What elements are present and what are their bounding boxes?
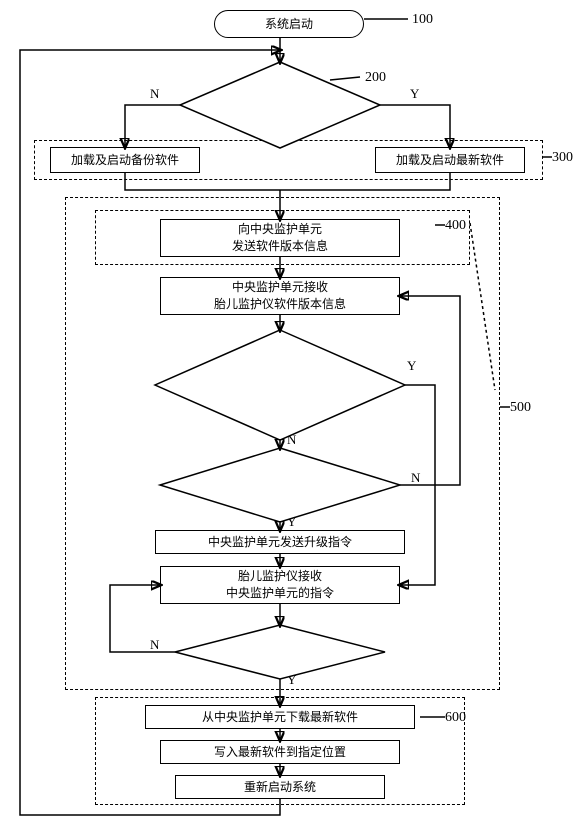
process-500-recv: 中央监护单元接收 胎儿监护仪软件版本信息 xyxy=(160,277,400,315)
process-600-restart: 重新启动系统 xyxy=(175,775,385,799)
process-500-monitor-recv: 胎儿监护仪接收 中央监护单元的指令 xyxy=(160,566,400,604)
text-400: 向中央监护单元 发送软件版本信息 xyxy=(232,221,328,255)
text-500-monitor-recv: 胎儿监护仪接收 中央监护单元的指令 xyxy=(226,568,334,602)
group-500 xyxy=(65,197,500,690)
decision-200-y: Y xyxy=(410,86,419,102)
text-500-sendcmd: 中央监护单元发送升级指令 xyxy=(208,534,352,551)
text-600-write: 写入最新软件到指定位置 xyxy=(214,744,346,761)
process-400: 向中央监护单元 发送软件版本信息 xyxy=(160,219,400,257)
terminator-start: 系统启动 xyxy=(214,10,364,38)
process-500-sendcmd: 中央监护单元发送升级指令 xyxy=(155,530,405,554)
label-500: 500 xyxy=(510,400,531,416)
text-600-restart: 重新启动系统 xyxy=(244,779,316,796)
text-200: 指定位置是否 存在最新软件 xyxy=(210,80,370,130)
text-start: 系统启动 xyxy=(265,16,313,33)
text-600-download: 从中央监护单元下载最新软件 xyxy=(202,709,358,726)
text-500-recv: 中央监护单元接收 胎儿监护仪软件版本信息 xyxy=(214,279,346,313)
process-600-download: 从中央监护单元下载最新软件 xyxy=(145,705,415,729)
process-300-right: 加载及启动最新软件 xyxy=(375,147,525,173)
flowchart-diagram: 100 200 300 400 500 600 N Y Y N N Y N Y … xyxy=(0,0,587,826)
text-300-left: 加载及启动备份软件 xyxy=(71,152,179,169)
text-300-right: 加载及启动最新软件 xyxy=(396,152,504,169)
process-600-write: 写入最新软件到指定位置 xyxy=(160,740,400,764)
process-300-left: 加载及启动备份软件 xyxy=(50,147,200,173)
label-300: 300 xyxy=(552,150,573,166)
label-100: 100 xyxy=(412,12,433,28)
label-200: 200 xyxy=(365,70,386,86)
decision-200-n: N xyxy=(150,86,159,102)
